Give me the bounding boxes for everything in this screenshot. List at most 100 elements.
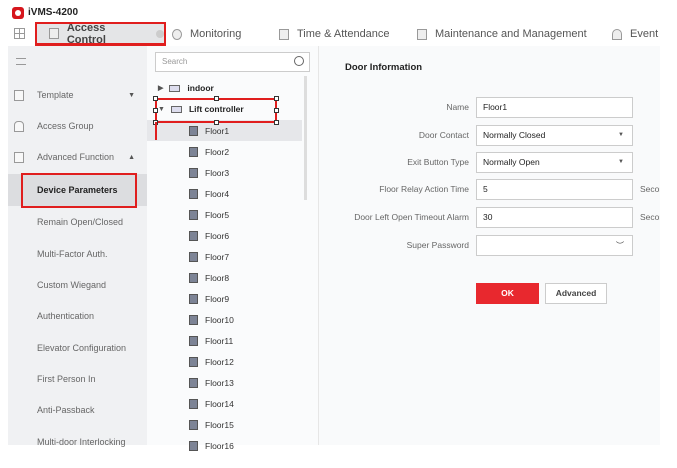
tab-monitoring[interactable]: Monitoring xyxy=(172,24,241,44)
sidebar-item-anti-passback[interactable]: Anti-Passback xyxy=(8,394,147,426)
text-field[interactable]: ︶ xyxy=(476,235,633,256)
item-label: First Person In xyxy=(37,374,96,384)
tree-item-floor[interactable]: Floor12 xyxy=(147,351,302,372)
unit-label: Seconds xyxy=(640,212,660,222)
door-icon xyxy=(189,356,198,367)
door-icon xyxy=(189,398,198,409)
floor-label: Floor14 xyxy=(205,398,234,409)
tree-item-floor[interactable]: Floor13 xyxy=(147,372,302,393)
sidebar-item-custom-wiegand[interactable]: Custom Wiegand xyxy=(8,269,147,301)
sidebar: Template ▼ Access Group Advanced Function… xyxy=(8,46,147,447)
tree-item-floor[interactable]: Floor8 xyxy=(147,267,302,288)
select-field[interactable]: Normally Closed ▼ xyxy=(476,125,633,146)
field-label: Door Contact xyxy=(418,130,469,140)
floor-label: Floor11 xyxy=(205,335,234,346)
tree-item-floor[interactable]: Floor16 xyxy=(147,435,302,456)
door-icon xyxy=(189,251,198,262)
tree-item-floor[interactable]: Floor11 xyxy=(147,330,302,351)
search-input[interactable]: Search xyxy=(155,52,310,72)
tree-node-indoor[interactable]: ▶ indoor xyxy=(158,83,214,93)
tree-item-floor[interactable]: Floor10 xyxy=(147,309,302,330)
door-icon xyxy=(14,151,24,163)
field-value: Normally Closed xyxy=(483,130,546,140)
text-field[interactable]: 30 xyxy=(476,207,633,228)
dropdown-arrow-icon: ▼ xyxy=(618,159,624,165)
door-icon xyxy=(189,188,198,199)
field-label: Exit Button Type xyxy=(407,157,469,167)
close-tab-icon[interactable] xyxy=(156,29,164,38)
caret-down-icon: ▼ xyxy=(128,91,135,99)
door-icon xyxy=(49,28,59,39)
item-label: Advanced Function xyxy=(37,152,115,162)
door-icon xyxy=(189,335,198,346)
tab-maintenance[interactable]: Maintenance and Management xyxy=(417,24,587,44)
tab-label: Access Control xyxy=(66,21,106,46)
template-icon xyxy=(14,89,24,101)
tree-item-floor[interactable]: Floor5 xyxy=(147,204,302,225)
settings-icon xyxy=(417,28,427,40)
floor-label: Floor9 xyxy=(205,293,230,304)
sidebar-item-elevator-configuration[interactable]: Elevator Configuration xyxy=(8,332,147,364)
ok-button[interactable]: OK xyxy=(476,283,539,304)
floor-label: Floor8 xyxy=(205,272,230,283)
sidebar-item-multi-door-interlocking[interactable]: Multi-door Interlocking xyxy=(8,426,147,458)
sidebar-item-access-group[interactable]: Access Group xyxy=(8,112,147,140)
item-label: Authentication xyxy=(37,311,95,321)
tree-item-floor[interactable]: Floor4 xyxy=(147,183,302,204)
tab-access-control[interactable]: Access Control xyxy=(35,21,166,46)
door-icon xyxy=(189,314,198,325)
advanced-button[interactable]: Advanced xyxy=(545,283,607,304)
tree-item-floor[interactable]: Floor15 xyxy=(147,414,302,435)
floor-label: Floor16 xyxy=(205,440,234,451)
item-label: Elevator Configuration xyxy=(37,343,127,353)
tab-label: Event xyxy=(630,28,659,40)
device-icon xyxy=(169,84,181,92)
highlight-box xyxy=(153,96,279,125)
field-value: 5 xyxy=(483,184,488,194)
sidebar-item-authentication[interactable]: Authentication xyxy=(8,300,147,332)
tree-item-floor[interactable]: Floor6 xyxy=(147,225,302,246)
door-icon xyxy=(189,209,198,220)
tree-scrollbar[interactable] xyxy=(304,76,307,200)
field-label: Floor Relay Action Time xyxy=(379,184,469,194)
field-label: Super Password xyxy=(406,240,469,250)
sidebar-item-template[interactable]: Template ▼ xyxy=(8,81,147,109)
sidebar-item-first-person-in[interactable]: First Person In xyxy=(8,363,147,395)
tree-item-floor[interactable]: Floor9 xyxy=(147,288,302,309)
sidebar-item-advanced-function[interactable]: Advanced Function ▲ xyxy=(8,143,147,171)
tab-event[interactable]: Event xyxy=(612,24,658,44)
tab-label: Monitoring xyxy=(190,28,242,40)
highlight-box xyxy=(21,173,137,208)
floor-label: Floor7 xyxy=(205,251,230,262)
field-value: Normally Open xyxy=(483,157,540,167)
sidebar-item-remain-open-closed[interactable]: Remain Open/Closed xyxy=(8,206,147,238)
search-icon[interactable] xyxy=(294,56,304,66)
tree-item-floor[interactable]: Floor3 xyxy=(147,162,302,183)
monitoring-icon xyxy=(172,28,182,40)
door-icon xyxy=(189,146,198,157)
floor-label: Floor12 xyxy=(205,356,234,367)
hide-password-icon[interactable]: ︶ xyxy=(616,236,624,255)
grid-menu-icon[interactable] xyxy=(14,28,25,39)
calendar-icon xyxy=(279,28,289,40)
section-title: Door Information xyxy=(345,62,423,73)
door-icon xyxy=(189,419,198,430)
tree-item-floor[interactable]: Floor14 xyxy=(147,393,302,414)
door-icon xyxy=(189,272,198,283)
tree-item-floor[interactable]: Floor2 xyxy=(147,141,302,162)
floor-label: Floor1 xyxy=(205,125,230,136)
field-value: Floor1 xyxy=(483,102,508,112)
expand-icon[interactable]: ▶ xyxy=(158,84,163,92)
item-label: Access Group xyxy=(37,121,94,131)
door-icon xyxy=(189,377,198,388)
sidebar-item-multi-factor-auth[interactable]: Multi-Factor Auth. xyxy=(8,238,147,270)
text-field[interactable]: Floor1 xyxy=(476,97,633,118)
tree-item-floor[interactable]: Floor7 xyxy=(147,246,302,267)
tab-time-attendance[interactable]: Time & Attendance xyxy=(279,24,390,44)
app-logo xyxy=(12,7,24,19)
item-label: Custom Wiegand xyxy=(37,280,107,290)
collapse-menu-icon[interactable] xyxy=(16,58,26,65)
select-field[interactable]: Normally Open ▼ xyxy=(476,152,633,173)
text-field[interactable]: 5 xyxy=(476,179,633,200)
field-value: 30 xyxy=(483,212,493,222)
